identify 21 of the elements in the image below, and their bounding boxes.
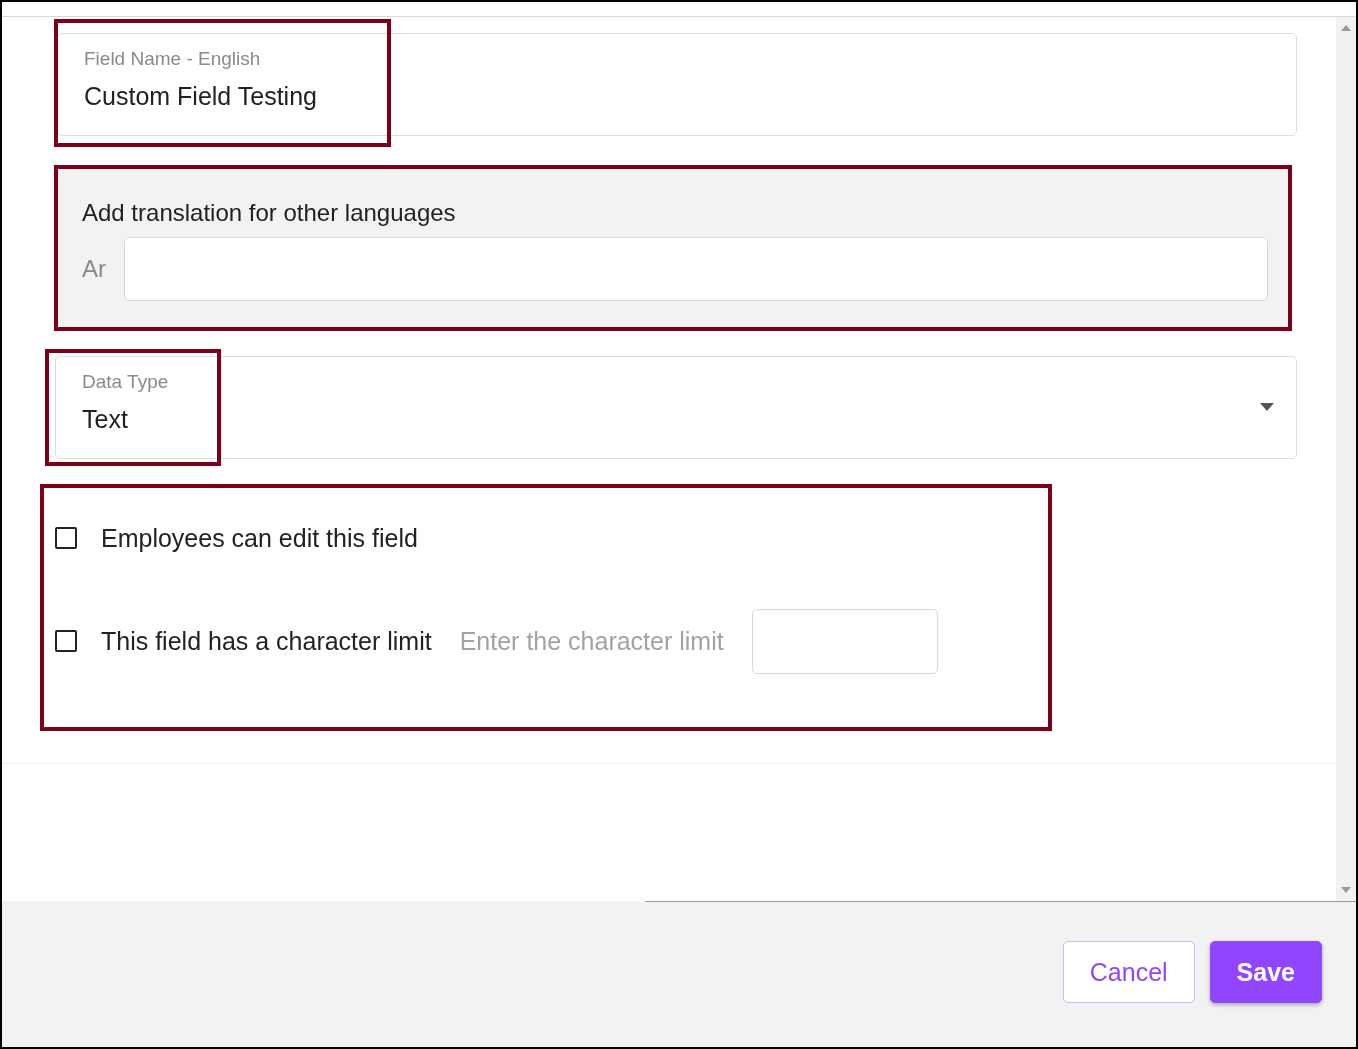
field-name-field[interactable]: Field Name - English Custom Field Testing bbox=[57, 33, 1297, 136]
checkbox[interactable] bbox=[55, 630, 77, 652]
data-type-dropdown[interactable]: Data Type Text bbox=[55, 356, 1297, 459]
limit-label: Enter the character limit bbox=[459, 626, 724, 656]
cancel-button[interactable]: Cancel bbox=[1062, 941, 1195, 1003]
scrollbar[interactable] bbox=[1336, 17, 1356, 901]
limit-input[interactable] bbox=[751, 608, 938, 674]
checkbox[interactable] bbox=[55, 527, 77, 549]
translation-input[interactable] bbox=[124, 237, 1268, 301]
panel-title: Add translation for other languages bbox=[82, 199, 457, 227]
checkbox-label: Employees can edit this field bbox=[101, 523, 418, 553]
scroll-up-icon[interactable] bbox=[1341, 25, 1351, 31]
save-button[interactable]: Save bbox=[1209, 941, 1322, 1003]
field-label: Field Name - English bbox=[84, 48, 262, 70]
field-value: Text bbox=[82, 405, 128, 434]
caret-icon bbox=[1260, 403, 1274, 411]
scroll-down-icon[interactable] bbox=[1341, 887, 1351, 893]
field-value: Custom Field Testing bbox=[84, 82, 317, 111]
language-code: Ar bbox=[82, 255, 107, 283]
checkbox-label: This field has a character limit bbox=[101, 626, 432, 656]
field-label: Data Type bbox=[82, 371, 170, 393]
